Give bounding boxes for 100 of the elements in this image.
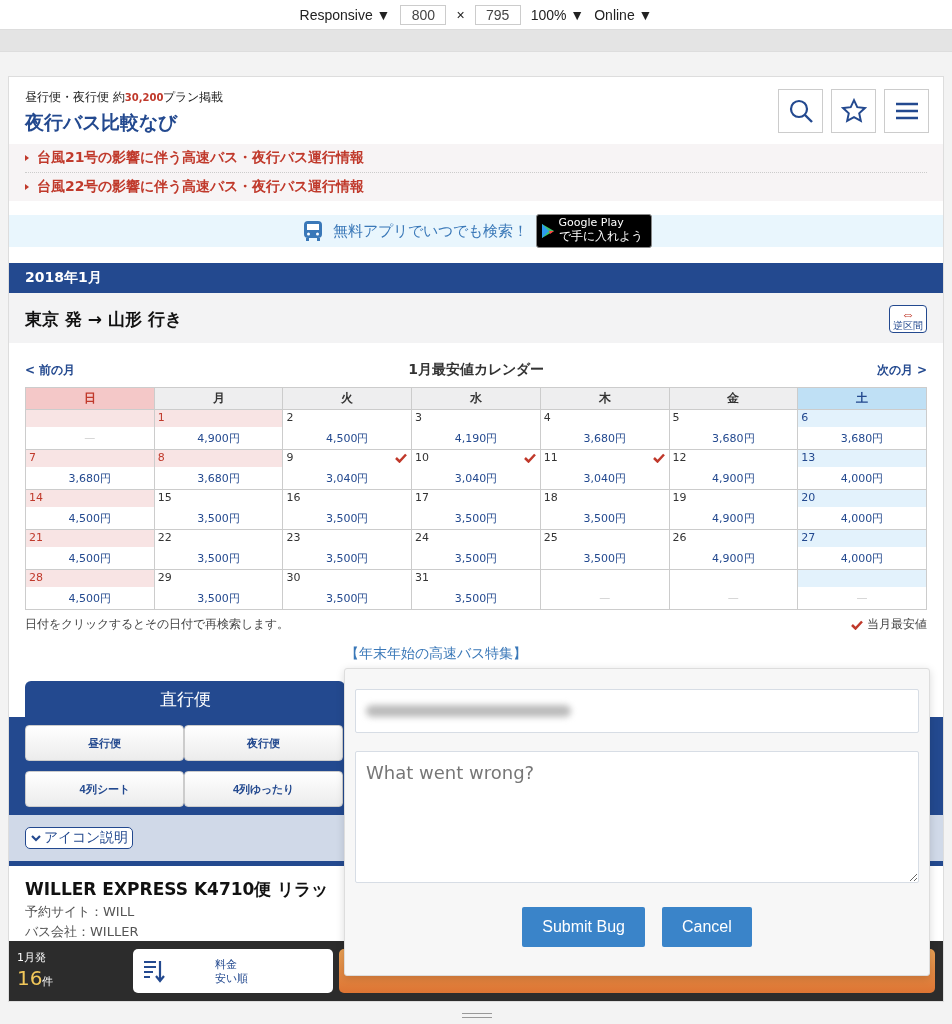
calendar-day-cell[interactable]: 15 3,500円 bbox=[154, 490, 284, 530]
store-badge[interactable]: Google Play で手に入れよう bbox=[535, 214, 652, 248]
calendar-day-cell[interactable]: 5 3,680円 bbox=[669, 410, 799, 450]
route-title: 東京 発 → 山形 行き bbox=[25, 307, 182, 331]
calendar-day-cell[interactable]: 2 4,500円 bbox=[283, 410, 413, 450]
day-number: 13 bbox=[801, 451, 816, 464]
result-title[interactable]: WILLER EXPRESS K4710便 リラッ bbox=[25, 878, 329, 901]
menu-button[interactable] bbox=[884, 89, 929, 133]
price-text: 4,900円 bbox=[711, 471, 756, 486]
email-field[interactable] bbox=[355, 689, 919, 733]
check-icon bbox=[395, 453, 408, 463]
calendar-day-cell[interactable]: 30 3,500円 bbox=[283, 570, 413, 610]
price-text: 4,900円 bbox=[711, 511, 756, 526]
reverse-route-button[interactable]: ⇔ 逆区間 bbox=[889, 305, 927, 333]
price-text: 3,500円 bbox=[453, 551, 499, 566]
calendar-day-cell[interactable]: 31 3,500円 bbox=[412, 570, 541, 610]
sort-icon bbox=[143, 959, 165, 983]
calendar-day-cell[interactable]: 10 3,040円 bbox=[412, 450, 541, 490]
calendar-day-cell[interactable]: 14 4,500円 bbox=[26, 490, 155, 530]
check-icon bbox=[652, 453, 665, 463]
price-text: 3,500円 bbox=[582, 551, 627, 566]
calendar-day-cell[interactable]: 22 3,500円 bbox=[154, 530, 284, 570]
calendar-day-cell[interactable]: 23 3,500円 bbox=[283, 530, 413, 570]
day-number: 31 bbox=[415, 571, 430, 584]
calendar-day-cell[interactable]: 4 3,680円 bbox=[540, 410, 670, 450]
day-number: 1 bbox=[157, 411, 165, 424]
day-number: 19 bbox=[672, 491, 687, 504]
chevron-down-icon bbox=[30, 833, 42, 843]
filter-button[interactable]: 4列ゆったり bbox=[184, 771, 343, 807]
price-text: 4,500円 bbox=[67, 591, 113, 606]
calendar-day-cell[interactable]: 7 3,680円 bbox=[26, 450, 155, 490]
price-text: 3,680円 bbox=[711, 431, 756, 446]
calendar-day-cell[interactable]: 3 4,190円 bbox=[412, 410, 541, 450]
resize-handle[interactable] bbox=[462, 1013, 492, 1018]
special-feature-link[interactable]: 【年末年始の高速バス特集】 bbox=[345, 645, 527, 663]
icon-legend-button[interactable]: アイコン説明 bbox=[25, 827, 133, 849]
calendar-day-cell[interactable]: 9 3,040円 bbox=[283, 450, 413, 490]
app-banner[interactable]: 無料アプリでいつでも検索！ Google Play で手に入れよう bbox=[9, 215, 943, 247]
price-text: 3,500円 bbox=[582, 511, 627, 526]
day-number: 23 bbox=[286, 531, 301, 544]
bus-company-text: バス会社：WILLER bbox=[25, 923, 139, 941]
notice-link[interactable]: 台風21号の影響に伴う高速バス・夜行バス運行情報 bbox=[25, 144, 927, 173]
check-icon bbox=[523, 453, 536, 463]
calendar-day-cell[interactable]: 25 3,500円 bbox=[540, 530, 670, 570]
prev-month-link[interactable]: < 前の月 bbox=[25, 361, 76, 379]
day-number: 20 bbox=[801, 491, 816, 504]
calendar-day-cell[interactable]: 8 3,680円 bbox=[154, 450, 284, 490]
notice-link[interactable]: 台風22号の影響に伴う高速バス・夜行バス運行情報 bbox=[25, 173, 927, 201]
sort-button[interactable]: 料金 安い順 bbox=[133, 949, 333, 993]
day-number: 17 bbox=[415, 491, 430, 504]
filter-button[interactable]: 4列シート bbox=[25, 771, 184, 807]
day-number: 8 bbox=[157, 451, 165, 464]
calendar-day-cell[interactable]: 12 4,900円 bbox=[669, 450, 799, 490]
calendar-day-cell[interactable]: 19 4,900円 bbox=[669, 490, 799, 530]
price-text: 3,680円 bbox=[196, 471, 241, 486]
width-field[interactable]: 800 bbox=[400, 4, 447, 25]
device-dropdown[interactable]: Responsive ▼ bbox=[299, 6, 391, 23]
next-month-link[interactable]: 次の月 > bbox=[876, 361, 927, 379]
price-text: 3,500円 bbox=[196, 591, 241, 606]
play-icon bbox=[540, 223, 555, 239]
calendar-day-cell[interactable]: 27 4,000円 bbox=[798, 530, 927, 570]
favorites-button[interactable] bbox=[831, 89, 876, 133]
filter-button[interactable]: 夜行便 bbox=[184, 725, 343, 761]
site-logo[interactable]: 夜行バス比較なび bbox=[25, 110, 224, 136]
calendar-day-cell[interactable]: 21 4,500円 bbox=[26, 530, 155, 570]
zoom-dropdown[interactable]: 100% ▼ bbox=[530, 6, 585, 23]
calendar-day-cell[interactable]: 24 3,500円 bbox=[412, 530, 541, 570]
calendar-day-cell[interactable]: 20 4,000円 bbox=[798, 490, 927, 530]
price-text: 3,500円 bbox=[453, 591, 499, 606]
star-icon bbox=[840, 98, 867, 124]
dash-text: — bbox=[855, 590, 869, 604]
cancel-button[interactable]: Cancel bbox=[661, 907, 752, 947]
filter-button[interactable]: 昼行便 bbox=[25, 725, 184, 761]
day-number: 14 bbox=[29, 491, 43, 504]
weekday-header: 月 bbox=[154, 388, 284, 410]
calendar-day-cell[interactable]: 29 3,500円 bbox=[154, 570, 284, 610]
search-button[interactable] bbox=[778, 89, 823, 133]
route-type-tab[interactable]: 直行便 bbox=[25, 681, 345, 717]
calendar-day-cell[interactable]: 26 4,900円 bbox=[669, 530, 799, 570]
weekday-header: 日 bbox=[26, 388, 155, 410]
submit-button[interactable]: Submit Bug bbox=[522, 907, 645, 947]
network-dropdown[interactable]: Online ▼ bbox=[594, 6, 653, 23]
times-sign: × bbox=[456, 6, 465, 23]
calendar-day-cell[interactable]: 28 4,500円 bbox=[26, 570, 155, 610]
price-text: 4,500円 bbox=[325, 431, 370, 446]
calendar-day-cell[interactable]: 18 3,500円 bbox=[540, 490, 670, 530]
calendar-day-cell[interactable]: 16 3,500円 bbox=[283, 490, 413, 530]
message-field[interactable]: What went wrong? bbox=[355, 751, 919, 883]
day-number: 5 bbox=[672, 411, 680, 424]
height-field[interactable]: 795 bbox=[474, 4, 521, 25]
price-text: 4,500円 bbox=[67, 511, 113, 526]
calendar-day-cell[interactable]: 17 3,500円 bbox=[412, 490, 541, 530]
calendar-day-cell[interactable]: 1 4,900円 bbox=[154, 410, 284, 450]
day-number: 6 bbox=[801, 411, 809, 424]
calendar-day-cell[interactable]: 6 3,680円 bbox=[798, 410, 927, 450]
calendar-title: 1月最安値カレンダー bbox=[408, 361, 544, 379]
weekday-header: 木 bbox=[540, 388, 670, 410]
calendar-day-cell[interactable]: 11 3,040円 bbox=[540, 450, 670, 490]
dash-text: — bbox=[598, 590, 612, 604]
calendar-day-cell[interactable]: 13 4,000円 bbox=[798, 450, 927, 490]
